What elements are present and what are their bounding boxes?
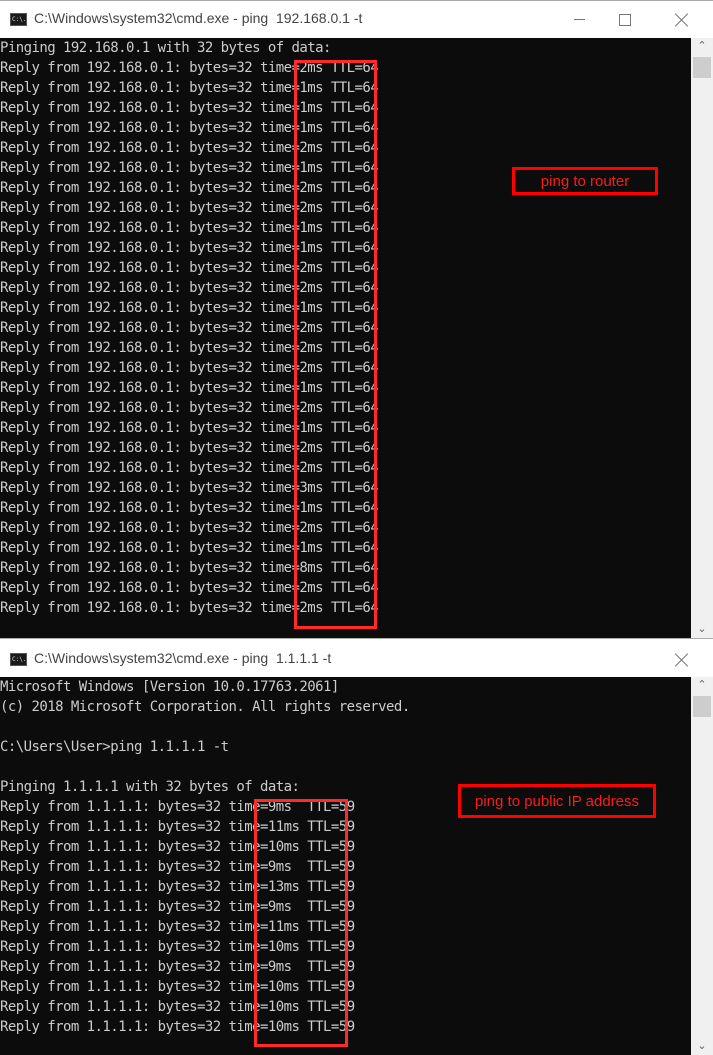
reply-prefix: Reply from 192.168.0.1: bytes=32 [0,480,260,496]
reply-prefix: Reply from 192.168.0.1: bytes=32 [0,520,260,536]
console-header-line [0,757,691,777]
time-highlight-box [294,60,377,629]
reply-prefix: Reply from 192.168.0.1: bytes=32 [0,280,260,296]
scroll-down-icon[interactable]: ⌄ [691,1038,713,1055]
reply-prefix: Reply from 192.168.0.1: bytes=32 [0,460,260,476]
pinging-line: Pinging 192.168.0.1 with 32 bytes of dat… [0,40,331,56]
cmd-window-public-ip: C:\. C:\Windows\system32\cmd.exe - ping … [0,638,713,1055]
window-title: C:\Windows\system32\cmd.exe - ping 1.1.1… [34,650,332,666]
cmd-window-router: C:\. C:\Windows\system32\cmd.exe - ping … [0,0,713,638]
annotation-ping-to-router: ping to router [512,167,658,195]
scroll-thumb[interactable] [693,696,711,717]
reply-prefix: Reply from 192.168.0.1: bytes=32 [0,160,260,176]
reply-prefix: Reply from 1.1.1.1: bytes=32 [0,999,229,1015]
scrollbar[interactable]: ⌃ ⌄ [691,677,713,1055]
console-header-line: C:\Users\User>ping 1.1.1.1 -t [0,739,229,755]
maximize-icon [619,13,631,26]
reply-prefix: Reply from 192.168.0.1: bytes=32 [0,580,260,596]
reply-prefix: Reply from 1.1.1.1: bytes=32 [0,839,229,855]
console-header-line: Microsoft Windows [Version 10.0.17763.20… [0,679,339,695]
reply-prefix: Reply from 192.168.0.1: bytes=32 [0,380,260,396]
reply-prefix: Reply from 192.168.0.1: bytes=32 [0,240,260,256]
reply-prefix: Reply from 192.168.0.1: bytes=32 [0,440,260,456]
reply-prefix: Reply from 192.168.0.1: bytes=32 [0,340,260,356]
close-button[interactable] [659,641,705,678]
annotation-ping-to-public-ip: ping to public IP address [458,784,656,818]
close-button[interactable] [659,1,705,38]
cmd-icon: C:\. [10,13,27,26]
reply-prefix: Reply from 1.1.1.1: bytes=32 [0,919,229,935]
window-title: C:\Windows\system32\cmd.exe - ping 192.1… [34,10,363,26]
reply-prefix: Reply from 1.1.1.1: bytes=32 [0,939,229,955]
close-icon [675,653,689,667]
title-bar[interactable]: C:\. C:\Windows\system32\cmd.exe - ping … [0,639,713,677]
scroll-down-icon[interactable]: ⌄ [691,621,713,638]
maximize-button[interactable] [602,1,648,38]
reply-prefix: Reply from 192.168.0.1: bytes=32 [0,300,260,316]
reply-prefix: Reply from 1.1.1.1: bytes=32 [0,819,229,835]
scrollbar[interactable]: ⌃ ⌄ [691,38,713,638]
reply-prefix: Reply from 1.1.1.1: bytes=32 [0,879,229,895]
reply-prefix: Reply from 192.168.0.1: bytes=32 [0,260,260,276]
reply-prefix: Reply from 1.1.1.1: bytes=32 [0,979,229,995]
reply-prefix: Reply from 192.168.0.1: bytes=32 [0,560,260,576]
minimize-icon [573,19,585,20]
reply-prefix: Reply from 192.168.0.1: bytes=32 [0,140,260,156]
title-bar[interactable]: C:\. C:\Windows\system32\cmd.exe - ping … [0,1,713,38]
reply-prefix: Reply from 192.168.0.1: bytes=32 [0,80,260,96]
reply-prefix: Reply from 192.168.0.1: bytes=32 [0,360,260,376]
scroll-up-icon[interactable]: ⌃ [691,677,713,694]
reply-prefix: Reply from 1.1.1.1: bytes=32 [0,959,229,975]
reply-prefix: Reply from 192.168.0.1: bytes=32 [0,180,260,196]
reply-prefix: Reply from 192.168.0.1: bytes=32 [0,400,260,416]
time-highlight-box [254,799,348,1047]
reply-prefix: Reply from 192.168.0.1: bytes=32 [0,220,260,236]
reply-prefix: Reply from 1.1.1.1: bytes=32 [0,1019,229,1035]
reply-prefix: Reply from 192.168.0.1: bytes=32 [0,100,260,116]
reply-prefix: Reply from 192.168.0.1: bytes=32 [0,500,260,516]
reply-prefix: Reply from 192.168.0.1: bytes=32 [0,600,260,616]
console-header-line: (c) 2018 Microsoft Corporation. All righ… [0,699,410,715]
scroll-up-icon[interactable]: ⌃ [691,38,713,55]
reply-prefix: Reply from 192.168.0.1: bytes=32 [0,200,260,216]
reply-prefix: Reply from 1.1.1.1: bytes=32 [0,859,229,875]
close-icon [675,13,689,27]
reply-prefix: Reply from 192.168.0.1: bytes=32 [0,320,260,336]
reply-prefix: Reply from 1.1.1.1: bytes=32 [0,899,229,915]
reply-prefix: Reply from 192.168.0.1: bytes=32 [0,60,260,76]
cmd-icon: C:\. [10,653,27,666]
console-header-line [0,717,691,737]
reply-prefix: Reply from 192.168.0.1: bytes=32 [0,120,260,136]
scroll-thumb[interactable] [693,57,711,78]
minimize-button[interactable] [556,1,602,38]
reply-prefix: Reply from 192.168.0.1: bytes=32 [0,420,260,436]
reply-prefix: Reply from 1.1.1.1: bytes=32 [0,799,229,815]
reply-prefix: Reply from 192.168.0.1: bytes=32 [0,540,260,556]
